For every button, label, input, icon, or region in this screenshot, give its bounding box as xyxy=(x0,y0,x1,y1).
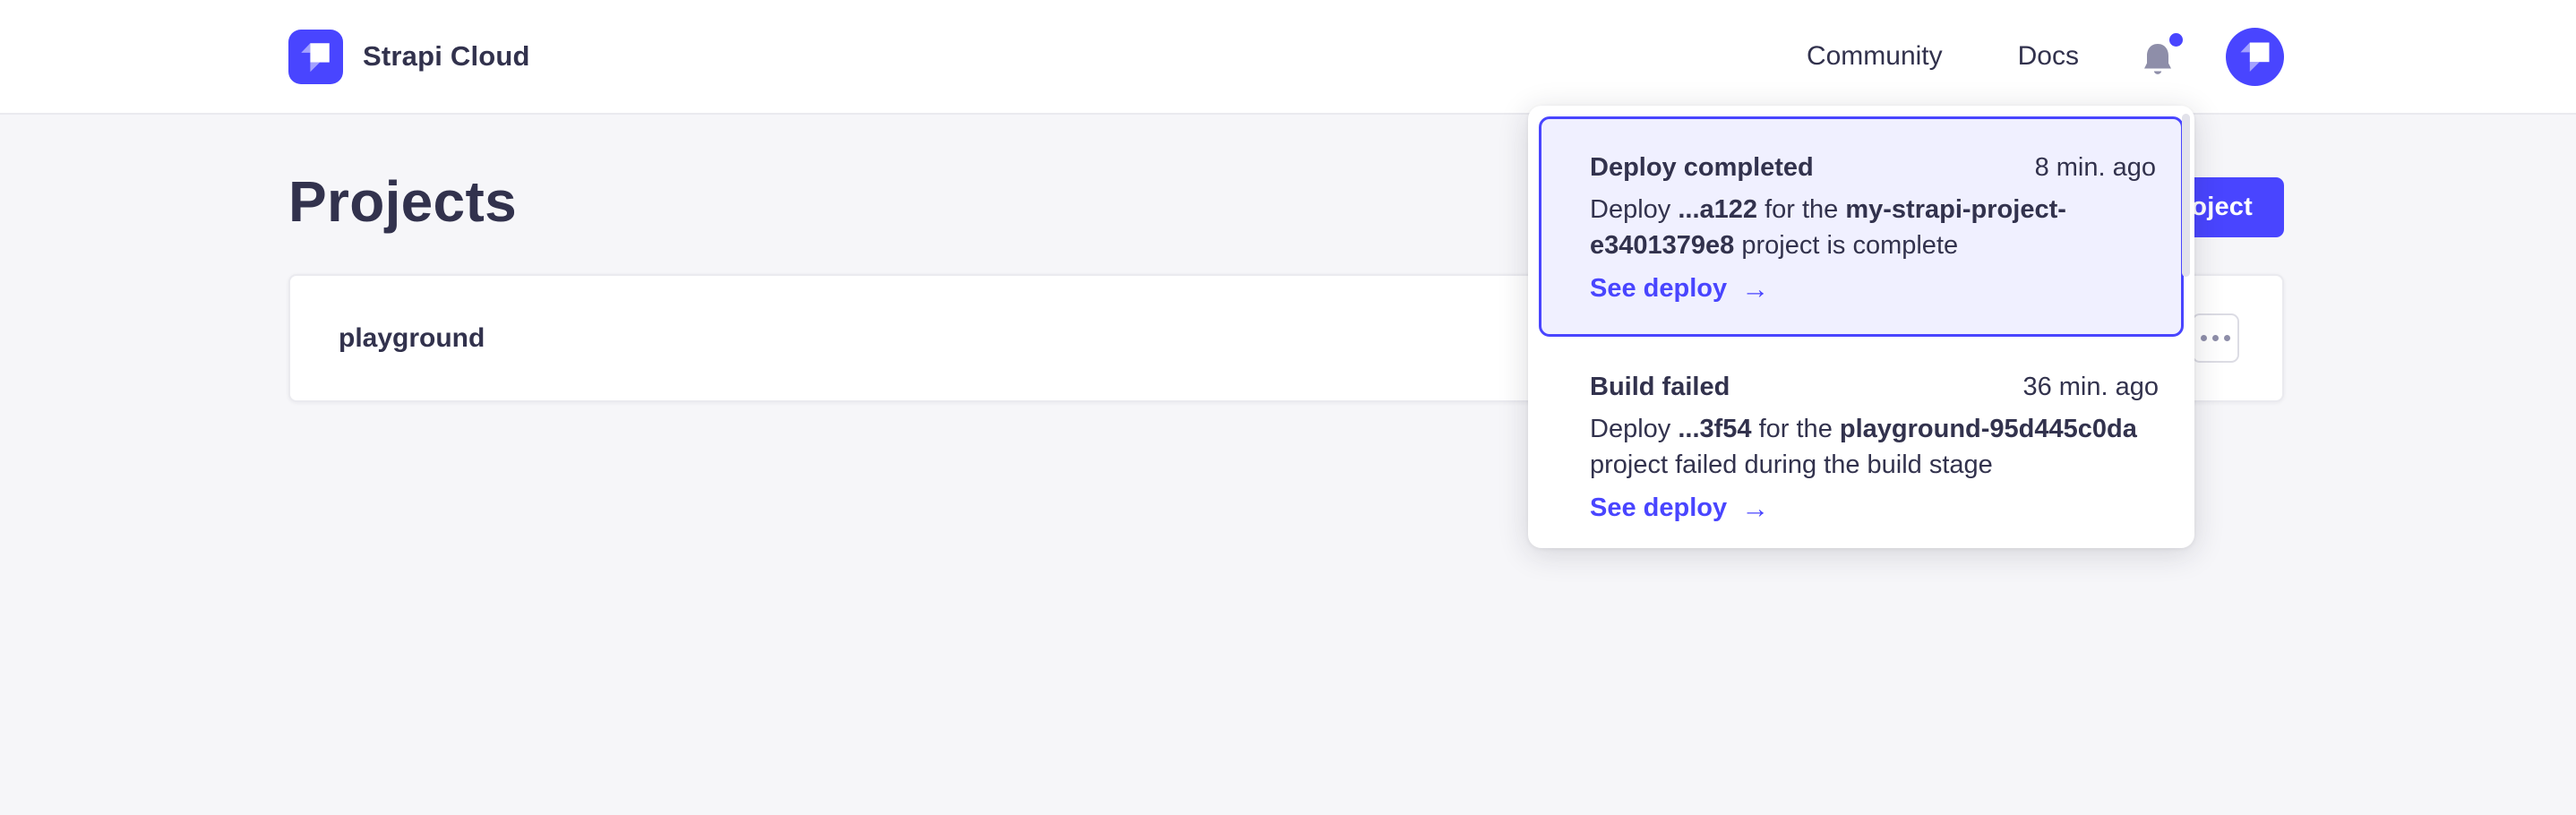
notification-message: Deploy ...3f54 for the playground-95d445… xyxy=(1590,411,2159,483)
notifications-popover: Deploy completed 8 min. ago Deploy ...a1… xyxy=(1528,106,2194,548)
app-window: Strapi Cloud Community Docs Projects Cre… xyxy=(0,0,2576,815)
scrollbar-thumb[interactable] xyxy=(2182,114,2190,277)
top-navbar: Strapi Cloud Community Docs xyxy=(0,0,2576,115)
top-nav-links: Community Docs xyxy=(1807,28,2284,86)
nav-link-docs[interactable]: Docs xyxy=(2018,41,2079,72)
page-title: Projects xyxy=(288,168,517,235)
arrow-right-icon: → xyxy=(1741,494,1769,522)
project-name: playground xyxy=(339,323,485,354)
arrow-right-icon: → xyxy=(1741,275,1769,303)
nav-link-community[interactable]: Community xyxy=(1807,41,1943,72)
notification-title: Deploy completed xyxy=(1590,153,1814,183)
notification-item[interactable]: Build failed 36 min. ago Deploy ...3f54 … xyxy=(1539,340,2184,548)
brand-name: Strapi Cloud xyxy=(363,40,530,73)
see-deploy-link[interactable]: See deploy → xyxy=(1590,274,1769,304)
unread-dot xyxy=(2169,33,2183,47)
notifications-bell-button[interactable] xyxy=(2142,37,2177,76)
notification-list: Deploy completed 8 min. ago Deploy ...a1… xyxy=(1539,116,2184,548)
user-avatar[interactable] xyxy=(2226,28,2284,86)
bell-icon xyxy=(2142,40,2174,78)
notification-title: Build failed xyxy=(1590,373,1730,402)
notification-message: Deploy ...a122 for the my-strapi-project… xyxy=(1590,192,2156,263)
avatar-strapi-icon xyxy=(2228,29,2283,84)
notification-item[interactable]: Deploy completed 8 min. ago Deploy ...a1… xyxy=(1539,116,2184,337)
brand-home-link[interactable]: Strapi Cloud xyxy=(288,30,530,84)
see-deploy-link[interactable]: See deploy → xyxy=(1590,493,1769,523)
ellipsis-icon xyxy=(2201,335,2230,341)
notification-timestamp: 8 min. ago xyxy=(2035,153,2156,183)
project-more-button[interactable] xyxy=(2192,313,2239,363)
strapi-logo-icon xyxy=(288,30,343,84)
notification-timestamp: 36 min. ago xyxy=(2022,373,2159,402)
